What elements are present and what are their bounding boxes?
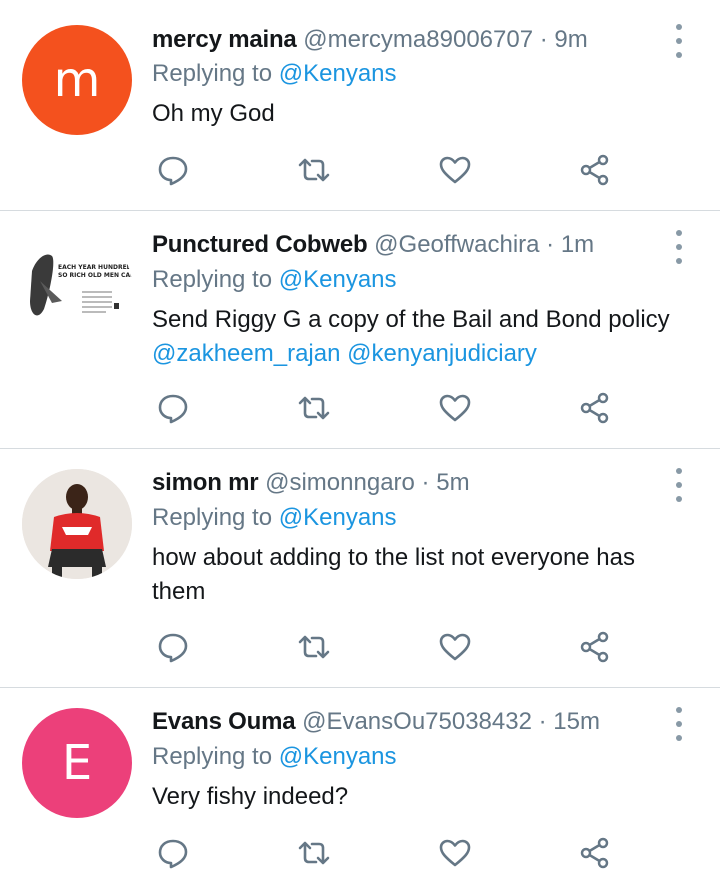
retweet-button[interactable]	[297, 153, 331, 187]
like-icon	[439, 633, 471, 661]
tweet-text: Very fishy indeed?	[152, 783, 349, 810]
replying-to-link[interactable]: @Kenyans	[279, 60, 397, 87]
author-handle[interactable]: @simonngaro	[265, 469, 415, 496]
tweet-time[interactable]: 5m	[436, 469, 469, 496]
retweet-icon	[298, 635, 330, 659]
share-icon	[580, 154, 609, 186]
avatar[interactable]: E	[22, 708, 132, 818]
tweet-text: Send Riggy G a copy of the Bail and Bond…	[152, 303, 692, 371]
replying-label: Replying to	[152, 60, 273, 87]
retweet-icon	[298, 396, 330, 420]
replying-to-link[interactable]: @Kenyans	[279, 743, 397, 770]
replying-label: Replying to	[152, 266, 273, 293]
tweet[interactable]: simon mr @simonngaro · 5m Replying to @K…	[0, 449, 720, 687]
separator-dot: ·	[538, 708, 547, 735]
author-name[interactable]: Punctured Cobweb	[152, 231, 368, 258]
like-button[interactable]	[438, 836, 472, 870]
reply-icon	[158, 839, 188, 869]
retweet-button[interactable]	[297, 630, 331, 664]
more-options-icon[interactable]	[670, 230, 688, 264]
like-button[interactable]	[438, 391, 472, 425]
avatar-image	[22, 469, 132, 579]
tweet-header: mercy maina @mercyma89006707 · 9m	[152, 25, 588, 55]
share-button[interactable]	[578, 153, 612, 187]
svg-text:SO RICH OLD MEN CAN GET THE: SO RICH OLD MEN CAN GET THE	[58, 272, 132, 279]
like-icon	[439, 839, 471, 867]
replying-to: Replying to @Kenyans	[152, 742, 397, 772]
author-name[interactable]: simon mr	[152, 469, 259, 496]
replying-to-link[interactable]: @Kenyans	[279, 504, 397, 531]
more-options-icon[interactable]	[670, 468, 688, 502]
tweet-text-line: Send Riggy G a copy of the Bail and Bond…	[152, 306, 670, 333]
reply-button[interactable]	[156, 630, 190, 664]
retweet-button[interactable]	[297, 836, 331, 870]
tweet-header: Punctured Cobweb @Geoffwachira · 1m	[152, 230, 594, 260]
retweet-button[interactable]	[297, 391, 331, 425]
like-icon	[439, 156, 471, 184]
reply-icon	[158, 156, 188, 186]
share-button[interactable]	[578, 836, 612, 870]
reply-button[interactable]	[156, 153, 190, 187]
replying-to: Replying to @Kenyans	[152, 265, 397, 295]
retweet-icon	[298, 158, 330, 182]
tweet-header: simon mr @simonngaro · 5m	[152, 468, 470, 498]
more-options-icon[interactable]	[670, 707, 688, 741]
share-icon	[580, 392, 609, 424]
reply-icon	[158, 394, 188, 424]
author-handle[interactable]: @Geoffwachira	[374, 231, 539, 258]
author-handle[interactable]: @EvansOu75038432	[302, 708, 532, 735]
svg-text:EACH YEAR HUNDREDS DURN: EACH YEAR HUNDREDS DURN	[58, 264, 132, 271]
tweet-mentions[interactable]: @zakheem_rajan @kenyanjudiciary	[152, 337, 692, 371]
reply-icon	[158, 633, 188, 663]
reply-button[interactable]	[156, 391, 190, 425]
author-name[interactable]: mercy maina	[152, 26, 297, 53]
separator-dot: ·	[539, 26, 548, 53]
reply-button[interactable]	[156, 836, 190, 870]
avatar[interactable]	[22, 469, 132, 579]
tweet-header: Evans Ouma @EvansOu75038432 · 15m	[152, 707, 600, 737]
tweet[interactable]: EACH YEAR HUNDREDS DURN SO RICH OLD MEN …	[0, 211, 720, 448]
share-icon	[580, 837, 609, 869]
author-handle[interactable]: @mercyma89006707	[303, 26, 533, 53]
tweet[interactable]: m mercy maina @mercyma89006707 · 9m Repl…	[0, 0, 720, 210]
replying-label: Replying to	[152, 743, 273, 770]
more-options-icon[interactable]	[670, 24, 688, 58]
author-name[interactable]: Evans Ouma	[152, 708, 296, 735]
share-button[interactable]	[578, 391, 612, 425]
separator-dot: ·	[546, 231, 555, 258]
tweet-time[interactable]: 9m	[554, 26, 587, 53]
avatar[interactable]: EACH YEAR HUNDREDS DURN SO RICH OLD MEN …	[22, 231, 132, 341]
avatar[interactable]: m	[22, 25, 132, 135]
tweet[interactable]: E Evans Ouma @EvansOu75038432 · 15m Repl…	[0, 688, 720, 888]
tweet-text: how about adding to the list not everyon…	[152, 544, 635, 605]
replying-to-link[interactable]: @Kenyans	[279, 266, 397, 293]
like-icon	[439, 394, 471, 422]
replying-label: Replying to	[152, 504, 273, 531]
retweet-icon	[298, 841, 330, 865]
share-button[interactable]	[578, 630, 612, 664]
tweet-text: Oh my God	[152, 100, 275, 127]
avatar-image: EACH YEAR HUNDREDS DURN SO RICH OLD MEN …	[22, 231, 132, 341]
replying-to: Replying to @Kenyans	[152, 59, 397, 89]
share-icon	[580, 631, 609, 663]
tweet-time[interactable]: 1m	[561, 231, 594, 258]
tweet-time[interactable]: 15m	[553, 708, 600, 735]
like-button[interactable]	[438, 153, 472, 187]
separator-dot: ·	[421, 469, 430, 496]
replying-to: Replying to @Kenyans	[152, 503, 397, 533]
like-button[interactable]	[438, 630, 472, 664]
